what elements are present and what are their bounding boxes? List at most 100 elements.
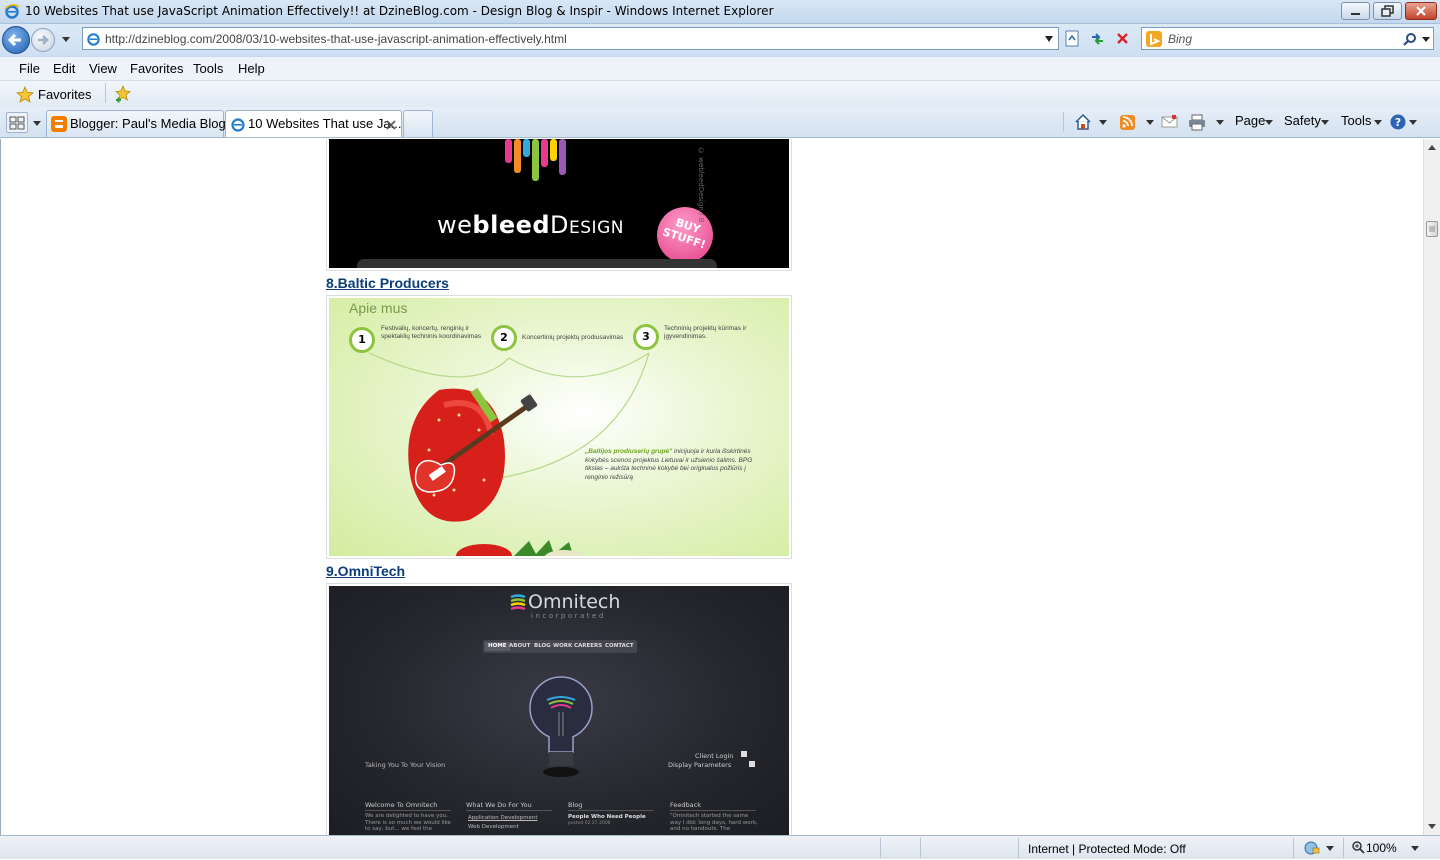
help-button[interactable]: ?	[1389, 112, 1419, 132]
menu-tools[interactable]: Tools	[193, 61, 223, 76]
favorites-button[interactable]: Favorites	[14, 84, 92, 105]
close-window-button[interactable]	[1405, 2, 1437, 20]
minimize-button[interactable]	[1341, 2, 1370, 20]
status-separator-2	[920, 838, 921, 858]
step-2-text: Koncertinių projektų prodiusavimas	[522, 334, 624, 341]
omnitech-nav: HOME ABOUT BLOG WORK CAREERS CONTACT	[483, 640, 637, 653]
omni-nav-careers: CAREERS	[574, 643, 603, 649]
omni-col-services: What We Do For You	[466, 796, 552, 811]
tab-dzineblog[interactable]: 10 Websites That use Ja...	[225, 110, 402, 137]
omni-col-welcome-body: We are delighted to have you. There is s…	[365, 813, 451, 832]
compatibility-view-button[interactable]	[1062, 28, 1083, 49]
menu-favorites[interactable]: Favorites	[130, 61, 183, 76]
omnitech-image: Omnitech incorporated HOME ABOUT BLOG WO…	[329, 586, 789, 835]
zoom-level[interactable]: 100%	[1366, 841, 1397, 855]
step-3-text: Techninių projektų kūrimas ir įgyvendini…	[664, 325, 747, 340]
omni-col-feedback-body: "Omnitech started the same way I did: lo…	[670, 813, 758, 832]
step-1-badge: 1	[349, 327, 375, 353]
omni-service-web-dev: Web Development	[468, 824, 519, 830]
omni-col-services-title: What We Do For You	[466, 801, 532, 809]
favorites-star-icon	[16, 86, 34, 103]
add-favorite-icon	[115, 84, 131, 103]
tab-dzineblog-label: 10 Websites That use Ja...	[248, 116, 402, 131]
omni-blog-post: People Who Need People	[568, 814, 646, 820]
tab-blogger[interactable]: Blogger: Paul's Media Blog...	[46, 110, 237, 137]
scroll-up-icon[interactable]	[1427, 143, 1437, 151]
safety-menu[interactable]: Safety	[1284, 113, 1321, 128]
baltic-producers-screenshot[interactable]: Apie mus 1 Festivalių, koncertų, rengini…	[326, 295, 792, 559]
page-ie-icon	[87, 33, 100, 46]
minimize-icon	[1351, 13, 1360, 15]
forward-button[interactable]	[31, 28, 55, 52]
bing-logo-icon	[1146, 31, 1162, 47]
address-dropdown-icon[interactable]	[1044, 35, 1054, 43]
refresh-button[interactable]	[1087, 28, 1108, 49]
omni-nav-about: ABOUT	[509, 643, 531, 649]
home-button[interactable]	[1073, 112, 1111, 132]
protected-mode-button[interactable]	[1302, 839, 1338, 857]
menu-help[interactable]: Help	[238, 61, 265, 76]
add-to-favorites-bar-button[interactable]	[113, 84, 135, 105]
page-menu[interactable]: Page	[1235, 113, 1265, 128]
omni-display-params: Display Parameters	[668, 761, 732, 769]
omni-client-login: Client Login	[695, 752, 734, 760]
webleed-screenshot[interactable]: webleedDesign BUY STUFF! © webleedDesign…	[326, 139, 792, 271]
webleed-logo-graphic	[505, 139, 566, 181]
omnitech-screenshot[interactable]: Omnitech incorporated HOME ABOUT BLOG WO…	[326, 583, 792, 835]
menu-view[interactable]: View	[89, 61, 117, 76]
stop-icon	[1117, 33, 1128, 44]
menu-edit[interactable]: Edit	[53, 61, 75, 76]
omnitech-logo-icon	[510, 594, 526, 611]
omni-col-blog: Blog	[568, 796, 654, 811]
menu-file[interactable]: File	[19, 61, 40, 76]
omnitech-logo: Omnitech	[528, 591, 621, 613]
close-tab-icon[interactable]	[385, 119, 397, 131]
scroll-thumb[interactable]	[1426, 221, 1438, 237]
search-dropdown-icon[interactable]	[1421, 36, 1431, 44]
omnitech-link[interactable]: 9.OmniTech	[326, 563, 405, 579]
forward-arrow-icon	[38, 35, 49, 45]
recent-pages-dropdown-icon[interactable]	[60, 34, 72, 44]
status-separator-5	[1343, 838, 1344, 858]
read-mail-button[interactable]	[1160, 112, 1180, 132]
vertical-scrollbar[interactable]	[1423, 139, 1440, 835]
security-zone: Internet | Protected Mode: Off	[1028, 842, 1186, 856]
stop-button[interactable]	[1112, 28, 1133, 49]
status-separator-1	[880, 838, 881, 858]
zoom-dropdown-icon[interactable]	[1410, 845, 1420, 852]
search-icon[interactable]	[1403, 32, 1417, 46]
omni-nav-home: HOME	[485, 642, 510, 651]
quick-tabs-icon	[9, 116, 25, 130]
search-box[interactable]: Bing	[1141, 27, 1434, 50]
status-separator-3	[1018, 838, 1019, 858]
scroll-down-icon[interactable]	[1427, 823, 1437, 831]
mail-icon	[1161, 115, 1178, 128]
tools-menu[interactable]: Tools	[1341, 113, 1371, 128]
refresh-icon	[1092, 33, 1103, 45]
search-placeholder: Bing	[1168, 32, 1193, 46]
baltic-producers-link[interactable]: 8.Baltic Producers	[326, 275, 449, 291]
restore-button[interactable]	[1373, 2, 1402, 20]
window-title: 10 Websites That use JavaScript Animatio…	[25, 4, 774, 18]
quick-tabs-button[interactable]	[6, 112, 28, 133]
help-icon: ?	[1390, 114, 1417, 130]
omni-col-welcome-title: Welcome To Omnitech	[365, 801, 438, 809]
omni-col-welcome: Welcome To Omnitech	[365, 796, 451, 811]
omni-nav-contact: CONTACT	[605, 643, 634, 649]
home-icon	[1075, 113, 1107, 130]
new-tab-button[interactable]	[403, 110, 433, 137]
address-bar[interactable]: http://dzineblog.com/2008/03/10-websites…	[82, 27, 1059, 50]
webleed-brand: webleedDesign	[437, 211, 624, 239]
baltic-image: Apie mus 1 Festivalių, koncertų, rengini…	[329, 298, 789, 556]
webleed-image: webleedDesign BUY STUFF! © webleedDesign…	[329, 139, 789, 268]
back-arrow-icon	[7, 33, 21, 47]
print-button[interactable]	[1187, 112, 1225, 132]
back-button[interactable]	[2, 26, 30, 54]
omni-col-feedback: Feedback	[670, 796, 756, 811]
tab-list-dropdown[interactable]	[30, 112, 44, 133]
chevron-down-icon	[33, 121, 41, 126]
status-separator-4	[1293, 838, 1294, 858]
close-icon	[1416, 6, 1426, 16]
compatibility-view-icon	[1065, 30, 1079, 47]
feeds-button[interactable]	[1118, 112, 1156, 132]
